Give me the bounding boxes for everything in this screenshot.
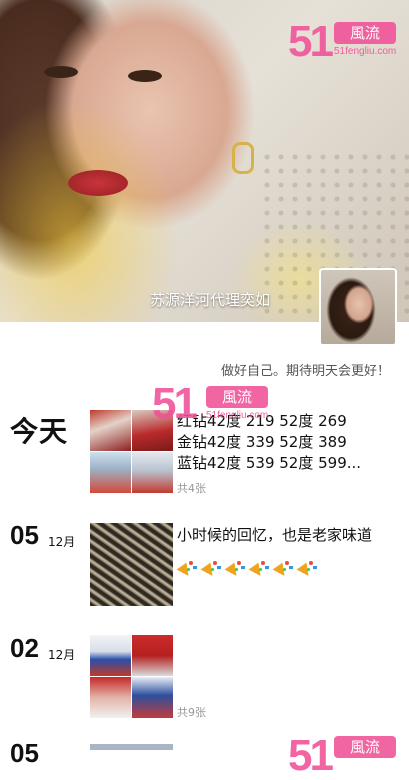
post-image[interactable] — [90, 635, 131, 676]
watermark-chip: 風流 — [206, 386, 268, 408]
watermark-chip: 風流 — [334, 22, 396, 44]
post-image-count: 共4张 — [177, 482, 206, 495]
watermark-number: 51 — [288, 731, 334, 780]
cover-eye-right — [128, 70, 162, 82]
party-popper-row — [176, 560, 319, 580]
watermark-url: 51fengliu.com — [206, 410, 269, 421]
party-popper-icon — [296, 560, 319, 580]
post-image[interactable] — [90, 523, 173, 606]
watermark-url: 51fengliu.com — [334, 46, 397, 57]
post-text-line: 金钻42度 339 52度 389 — [177, 433, 347, 451]
profile-signature: 做好自己。期待明天会更好！ — [220, 364, 390, 379]
post-month: 12月 — [48, 648, 76, 662]
cover-lips — [68, 170, 128, 196]
post-image[interactable] — [132, 677, 173, 718]
post-month: 12月 — [48, 535, 76, 549]
post-text: 小时候的回忆，也是老家味道 — [177, 526, 373, 544]
cover-eye-left — [44, 66, 78, 78]
post-image-count: 共9张 — [177, 706, 206, 719]
avatar[interactable] — [319, 268, 397, 346]
cover-earring — [232, 142, 254, 174]
post-text-line: 蓝钻42度 539 52度 599... — [177, 454, 362, 472]
post-image[interactable] — [90, 744, 173, 750]
post-image[interactable] — [132, 452, 173, 493]
party-popper-icon — [176, 560, 199, 580]
post-image[interactable] — [90, 452, 131, 493]
post-day: 05 — [10, 738, 39, 768]
party-popper-icon — [200, 560, 223, 580]
party-popper-icon — [224, 560, 247, 580]
post-image-grid[interactable] — [90, 635, 173, 718]
party-popper-icon — [248, 560, 271, 580]
post-image[interactable] — [132, 635, 173, 676]
watermark-number: 51 — [288, 17, 334, 66]
party-popper-icon — [272, 560, 295, 580]
post-day: 05 — [10, 520, 39, 550]
profile-name: 苏源洋河代理奕如 — [150, 291, 271, 309]
post-image[interactable] — [90, 677, 131, 718]
post-day: 02 — [10, 633, 39, 663]
post-image[interactable] — [90, 410, 131, 451]
watermark-chip: 風流 — [334, 736, 396, 758]
watermark-number: 51 — [152, 379, 198, 428]
post-date: 今天 — [10, 415, 69, 448]
